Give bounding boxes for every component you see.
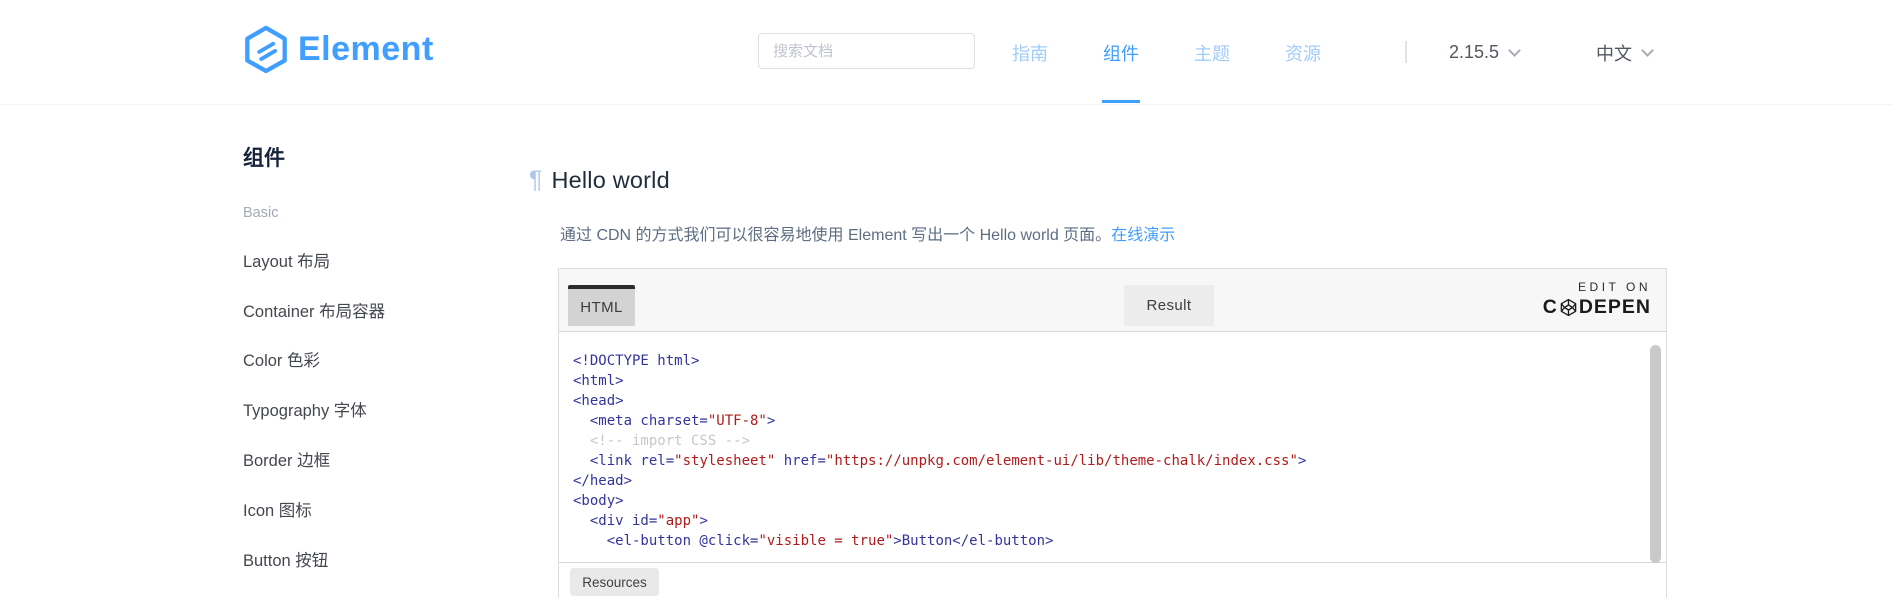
sidebar-item-container[interactable]: Container 布局容器 — [243, 298, 385, 322]
version-dropdown[interactable]: 2.15.5 — [1449, 0, 1519, 105]
code-segment: "visible = true" — [758, 533, 893, 549]
code-line: <div id="app"> — [573, 511, 1646, 531]
language-label: 中文 — [1596, 40, 1632, 66]
edit-on-label: EDIT ON — [1543, 280, 1651, 294]
code-segment: > — [699, 513, 707, 529]
codepen-logo: C DEPEN — [1543, 296, 1651, 319]
code-editor[interactable]: <!DOCTYPE html> <html> <head> <meta charse… — [559, 332, 1666, 563]
sidebar-item-button[interactable]: Button 按钮 — [243, 547, 328, 571]
code-segment: <meta charset= — [573, 413, 708, 429]
codepen-logo-left: C — [1543, 296, 1558, 319]
codepen-embed-header: HTML Result EDIT ON C DEPEN — [559, 269, 1666, 332]
chevron-down-icon — [1508, 44, 1521, 57]
code-segment: "stylesheet" — [674, 453, 775, 469]
code-line: <meta charset="UTF-8"> — [573, 411, 1646, 431]
online-demo-link[interactable]: 在线演示 — [1111, 227, 1175, 244]
nav-item-theme[interactable]: 主题 — [1194, 0, 1230, 105]
codepen-cube-icon — [1559, 298, 1578, 317]
chevron-down-icon — [1641, 44, 1654, 57]
language-dropdown[interactable]: 中文 — [1596, 0, 1652, 105]
codepen-embed: HTML Result EDIT ON C DEPEN — [558, 268, 1667, 598]
page-title: Hello world — [551, 167, 669, 194]
version-label: 2.15.5 — [1449, 42, 1499, 63]
nav-item-component[interactable]: 组件 — [1103, 0, 1139, 105]
code-segment: "app" — [657, 513, 699, 529]
code-segment: <div id= — [573, 513, 657, 529]
code-segment: <!-- import CSS --> — [573, 433, 750, 449]
brand-name: Element — [298, 30, 434, 69]
code-segment: </head> — [573, 473, 632, 489]
sidebar-item-typography[interactable]: Typography 字体 — [243, 397, 367, 421]
code-line: <!-- import CSS --> — [573, 431, 1646, 451]
tab-resources[interactable]: Resources — [570, 568, 659, 596]
element-hexagon-icon — [243, 25, 289, 73]
code-segment: <!DOCTYPE html> — [573, 353, 699, 369]
code-segment: > — [767, 413, 775, 429]
brand-logo[interactable]: Element — [243, 25, 434, 73]
code-line: <head> — [573, 391, 1646, 411]
sidebar-item-border[interactable]: Border 边框 — [243, 447, 330, 471]
header: Element 指南 组件 主题 资源 2.15.5 中文 — [0, 0, 1892, 105]
code-segment: "UTF-8" — [708, 413, 767, 429]
tab-result[interactable]: Result — [1124, 285, 1214, 326]
sidebar-item-icon[interactable]: Icon 图标 — [243, 497, 312, 521]
code-line: <el-button @click="visible = true">Butto… — [573, 531, 1646, 551]
code-segment: > — [1298, 453, 1306, 469]
code-line: <link rel="stylesheet" href="https://unp… — [573, 451, 1646, 471]
header-nav: 指南 组件 主题 资源 — [1012, 0, 1321, 105]
anchor-pilcrow[interactable]: ¶ — [529, 166, 542, 195]
search-input[interactable] — [758, 33, 975, 69]
sidebar-title: 组件 — [243, 142, 285, 172]
tab-html[interactable]: HTML — [568, 285, 635, 326]
code-segment: >Button</el-button> — [893, 533, 1053, 549]
code-segment: "https://unpkg.com/element-ui/lib/theme-… — [826, 453, 1298, 469]
sidebar-category-basic: Basic — [243, 205, 278, 221]
code-segment: <head> — [573, 393, 624, 409]
code-segment: <body> — [573, 493, 624, 509]
header-divider — [1405, 41, 1407, 63]
codepen-logo-right: DEPEN — [1579, 296, 1651, 319]
nav-item-guide[interactable]: 指南 — [1012, 0, 1048, 105]
scrollbar[interactable] — [1650, 345, 1661, 563]
search-box — [758, 33, 975, 69]
code-segment: <html> — [573, 373, 624, 389]
code-line: <html> — [573, 371, 1646, 391]
code-segment: <el-button @click= — [573, 533, 758, 549]
code-segment: <link rel= — [573, 453, 674, 469]
nav-item-resource[interactable]: 资源 — [1285, 0, 1321, 105]
code-segment: href= — [775, 453, 826, 469]
code-line: <!DOCTYPE html> — [573, 351, 1646, 371]
sidebar-item-color[interactable]: Color 色彩 — [243, 347, 320, 371]
description-text: 通过 CDN 的方式我们可以很容易地使用 Element 写出一个 Hello … — [560, 227, 1111, 244]
edit-on-codepen-link[interactable]: EDIT ON C DEPEN — [1543, 280, 1651, 319]
code-line: </head> — [573, 471, 1646, 491]
sidebar-item-layout[interactable]: Layout 布局 — [243, 248, 330, 272]
code-lines: <!DOCTYPE html> <html> <head> <meta charse… — [573, 351, 1646, 551]
page-title-row: ¶ Hello world — [529, 166, 670, 195]
code-line: <body> — [573, 491, 1646, 511]
page: Element 指南 组件 主题 资源 2.15.5 中文 组件 Basic L… — [0, 0, 1892, 598]
description: 通过 CDN 的方式我们可以很容易地使用 Element 写出一个 Hello … — [560, 224, 1175, 248]
